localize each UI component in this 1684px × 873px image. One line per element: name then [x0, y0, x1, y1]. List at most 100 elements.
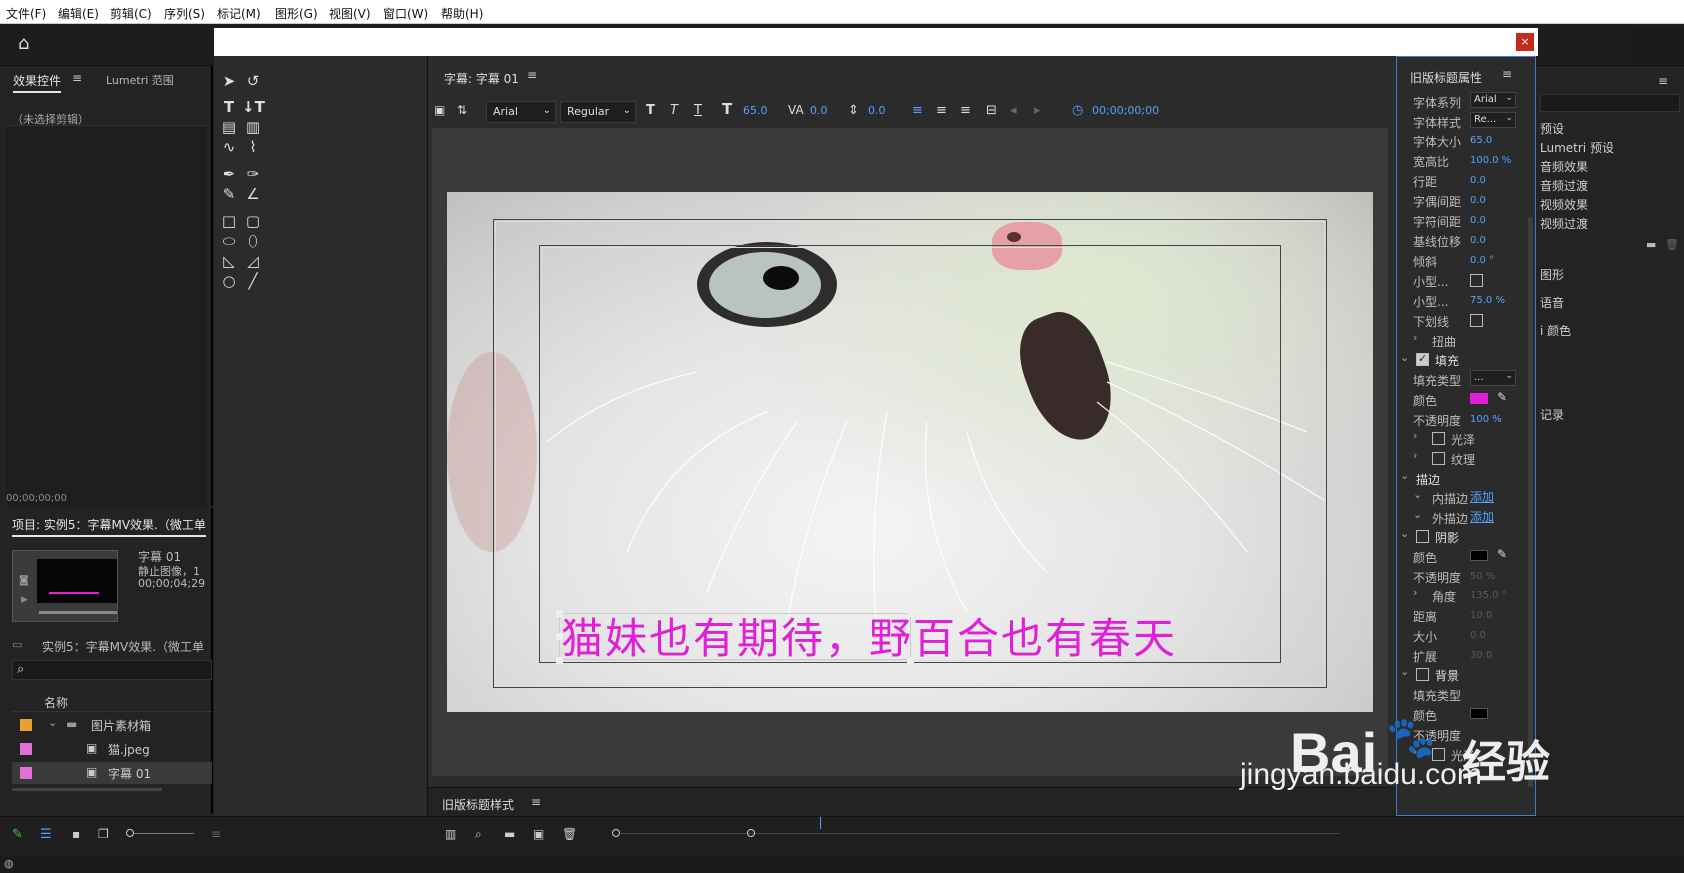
kerning-value[interactable]: 0.0	[810, 104, 828, 117]
tab-effect-controls[interactable]: 效果控件	[13, 72, 62, 93]
list-item[interactable]: ▣ 字幕 01	[12, 762, 212, 784]
bin-icon[interactable]: ▬	[504, 827, 515, 841]
label-color-swatch[interactable]	[20, 719, 32, 731]
effects-item-video-transitions[interactable]: 视频过渡	[1540, 215, 1588, 232]
menu-window[interactable]: 窗口(W)	[383, 5, 428, 22]
font-size-value[interactable]: 65.0	[743, 104, 768, 117]
tab-title-styles[interactable]: 旧版标题样式	[442, 796, 514, 813]
new-title-icon[interactable]: ▣	[434, 103, 445, 117]
bg-color-swatch[interactable]	[1470, 708, 1488, 719]
background-timecode[interactable]: 00;00;00;00	[1092, 104, 1159, 117]
effects-item-lumetri-presets[interactable]: Lumetri 预设	[1540, 139, 1614, 156]
delete-icon[interactable]: 🗑	[562, 827, 577, 841]
title-dialog-titlebar[interactable]	[214, 28, 1538, 56]
shadow-opacity-value[interactable]: 50 %	[1470, 571, 1495, 582]
caption-handle[interactable]	[907, 610, 914, 617]
sheen-checkbox[interactable]	[1432, 432, 1445, 445]
rounded-rectangle-tool-icon[interactable]: ▢	[242, 210, 264, 232]
area-type-tool-icon[interactable]: ▤	[218, 116, 240, 138]
clipped-corner-tool-icon[interactable]: ⬭	[218, 230, 240, 252]
fill-type-dropdown[interactable]: ... ⌄	[1470, 370, 1516, 386]
effects-menu-icon[interactable]: ≡	[1658, 74, 1668, 88]
caption-handle[interactable]	[556, 610, 563, 617]
selection-tool-icon[interactable]: ➤	[218, 70, 240, 92]
menu-view[interactable]: 视图(V)	[329, 5, 371, 22]
delete-anchor-tool-icon[interactable]: ✑	[242, 163, 264, 185]
label-color-swatch[interactable]	[20, 767, 32, 779]
styles-menu-icon[interactable]: ≡	[531, 795, 541, 809]
effects-item-audio-effects[interactable]: 音频效果	[1540, 158, 1588, 175]
shadow-color-swatch[interactable]	[1470, 550, 1488, 561]
find-icon[interactable]: ⌕	[475, 827, 482, 842]
font-style-select[interactable]: Regular ⌄	[560, 101, 636, 123]
playhead[interactable]	[820, 817, 821, 829]
shadow-size-value[interactable]: 0.0	[1470, 630, 1486, 641]
label-color-swatch[interactable]	[20, 743, 32, 755]
chevron-right-icon[interactable]: ›	[1413, 331, 1417, 344]
menu-help[interactable]: 帮助(H)	[441, 5, 483, 22]
font-style-dropdown[interactable]: Re... ⌄	[1470, 112, 1516, 128]
angle-value[interactable]: 135.0 °	[1470, 590, 1507, 601]
rotation-tool-icon[interactable]: ↺	[242, 70, 264, 92]
eyedropper-icon[interactable]: ✎	[1497, 390, 1507, 404]
roll-crawl-icon[interactable]: ⇅	[457, 103, 467, 117]
underline-icon[interactable]: T	[694, 103, 702, 118]
effects-search-input[interactable]	[1540, 94, 1680, 112]
column-name-header[interactable]: 名称	[44, 694, 68, 711]
timeline-zoom-start[interactable]	[612, 829, 620, 837]
caption-handle[interactable]	[907, 657, 914, 664]
font-family-dropdown[interactable]: Arial ⌄	[1470, 92, 1516, 108]
write-icon[interactable]: ✎	[12, 827, 23, 842]
kerning-value[interactable]: 0.0	[1470, 195, 1486, 206]
caption-handle[interactable]	[556, 633, 563, 640]
chevron-right-icon[interactable]: ›	[1413, 586, 1417, 599]
sort-icon[interactable]: ≡	[211, 827, 221, 841]
canvas-menu-icon[interactable]: ≡	[527, 68, 537, 82]
show-background-video-icon[interactable]: ◷	[1072, 103, 1083, 118]
menu-file[interactable]: 文件(F)	[6, 5, 46, 22]
shadow-checkbox[interactable]	[1416, 530, 1429, 543]
ellipse-tool-icon[interactable]: ○	[218, 270, 240, 292]
timeline-zoom-end[interactable]	[747, 829, 755, 837]
convert-anchor-tool-icon[interactable]: ∠	[242, 183, 264, 205]
properties-scrollbar[interactable]	[1528, 217, 1533, 787]
font-family-select[interactable]: Arial ⌄	[486, 101, 556, 123]
new-bin-icon[interactable]: ▬	[1646, 238, 1656, 251]
menu-clip[interactable]: 剪辑(C)	[110, 5, 152, 22]
chevron-right-icon[interactable]: ›	[1413, 449, 1417, 462]
thumbnail-scrubber[interactable]	[39, 611, 117, 614]
tracking-value[interactable]: 0.0	[1470, 215, 1486, 226]
aspect-value[interactable]: 100.0 %	[1470, 155, 1511, 166]
leading-value[interactable]: 0.0	[868, 104, 886, 117]
rectangle-tool-icon[interactable]: □	[218, 210, 240, 232]
panel-menu-icon[interactable]: ≡	[72, 71, 82, 85]
play-icon[interactable]: ▶	[21, 595, 28, 605]
close-button[interactable]: ×	[1516, 33, 1534, 51]
caption-handle[interactable]	[556, 657, 563, 664]
align-right-icon[interactable]: ≡	[960, 103, 971, 118]
panel-item-log[interactable]: 记录	[1540, 406, 1564, 423]
effects-item-presets[interactable]: 预设	[1540, 120, 1564, 137]
effects-item-video-effects[interactable]: 视频效果	[1540, 196, 1588, 213]
chevron-down-icon[interactable]: ⌄	[1413, 488, 1422, 501]
align-center-icon[interactable]: ≡	[936, 103, 947, 118]
background-checkbox[interactable]	[1416, 668, 1429, 681]
home-icon[interactable]: ⌂	[18, 33, 29, 54]
texture-checkbox[interactable]	[1432, 452, 1445, 465]
timeline-zoom-bar[interactable]	[620, 833, 1340, 834]
chevron-down-icon[interactable]: ⌄	[1400, 665, 1409, 678]
chevron-down-icon[interactable]: ⌄	[1400, 527, 1409, 540]
spread-value[interactable]: 30.0	[1470, 650, 1492, 661]
rounded-corner-tool-icon[interactable]: ⬯	[242, 230, 264, 252]
fill-checkbox[interactable]: ✓	[1416, 352, 1429, 366]
list-view-icon[interactable]: ☰	[40, 827, 52, 842]
chevron-right-icon[interactable]: ›	[1413, 429, 1417, 442]
chevron-down-icon[interactable]: ⌄	[1400, 351, 1409, 364]
list-item[interactable]: ▣ 猫.jpeg	[12, 738, 212, 760]
vertical-area-type-tool-icon[interactable]: ▥	[242, 116, 264, 138]
properties-menu-icon[interactable]: ≡	[1502, 67, 1512, 81]
wedge-tool-icon[interactable]: ◺	[218, 250, 240, 272]
type-tool-icon[interactable]: T	[218, 96, 240, 118]
tab-stops-icon[interactable]: ⊟	[986, 103, 997, 118]
chevron-down-icon[interactable]: ⌄	[48, 716, 57, 729]
